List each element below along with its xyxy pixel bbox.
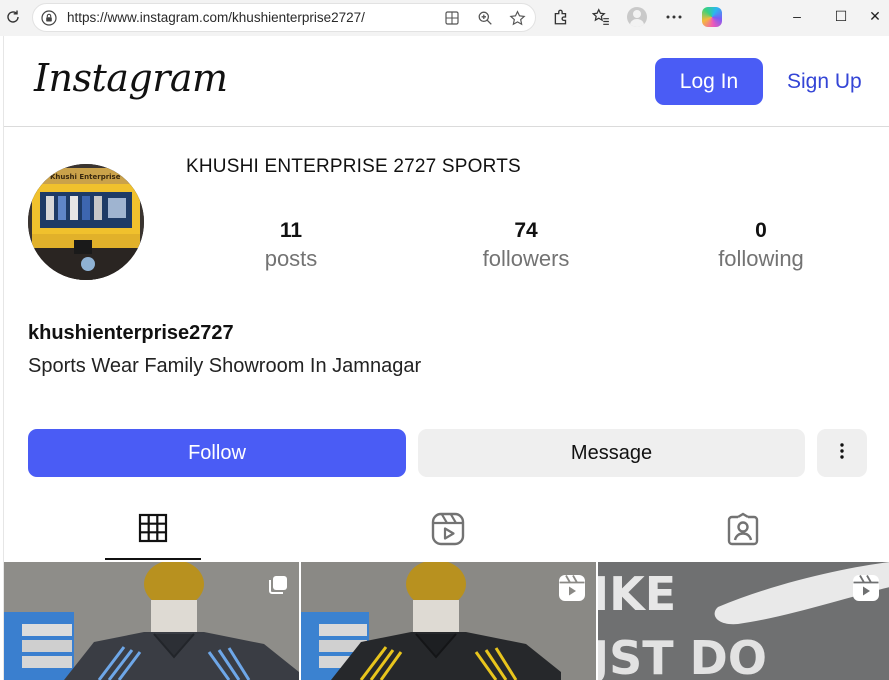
profile-display-name: KHUSHI ENTERPRISE 2727 SPORTS	[186, 156, 521, 177]
post-thumbnail[interactable]: IKE JST DO	[598, 562, 889, 680]
tab-reels[interactable]	[400, 502, 496, 560]
instagram-logo[interactable]: Instagram	[34, 56, 228, 100]
following-label: following	[718, 246, 804, 271]
profile-bio: Sports Wear Family Showroom In Jamnagar	[28, 355, 422, 377]
profile-avatar[interactable]: Khushi Enterprise	[28, 164, 144, 280]
address-bar[interactable]: https://www.instagram.com/khushienterpri…	[32, 3, 536, 32]
followers-count: 74	[514, 219, 538, 242]
posts-label: posts	[264, 246, 318, 271]
profile-handle: khushienterprise2727	[28, 322, 234, 344]
minimize-button[interactable]: –	[774, 0, 820, 32]
lock-icon[interactable]	[41, 10, 57, 31]
profile-icon[interactable]	[626, 6, 648, 28]
tagged-icon	[726, 512, 760, 551]
followers-label: followers	[482, 246, 570, 271]
reel-icon	[558, 574, 586, 607]
reels-icon	[431, 512, 465, 551]
favorite-star-icon[interactable]	[508, 9, 526, 27]
reel-icon	[852, 574, 880, 607]
reading-mode-icon[interactable]	[443, 9, 461, 27]
extensions-icon[interactable]	[550, 6, 572, 28]
tab-tagged[interactable]	[695, 502, 791, 560]
login-button[interactable]: Log In	[655, 58, 763, 105]
url-text[interactable]: https://www.instagram.com/khushienterpri…	[67, 10, 365, 25]
following-count: 0	[755, 219, 767, 242]
post-overlay-text-2: JST DO	[598, 631, 767, 680]
tab-posts-grid[interactable]	[105, 502, 201, 560]
grid-icon	[138, 513, 168, 548]
followers-stat[interactable]: 74 followers	[456, 219, 596, 272]
post-thumbnail[interactable]	[301, 562, 596, 680]
post-thumbnail[interactable]	[4, 562, 299, 680]
copilot-icon[interactable]	[701, 6, 723, 28]
browser-toolbar: https://www.instagram.com/khushienterpri…	[0, 0, 889, 36]
zoom-icon[interactable]	[476, 9, 494, 27]
instagram-page: Instagram Log In Sign Up Khushi Enterpri…	[3, 36, 889, 680]
message-button[interactable]: Message	[418, 429, 805, 477]
more-options-button[interactable]	[817, 429, 867, 477]
follow-button[interactable]: Follow	[28, 429, 406, 477]
posts-stat[interactable]: 11 posts	[221, 219, 361, 272]
posts-count: 11	[279, 219, 303, 242]
more-icon[interactable]	[663, 6, 685, 28]
reload-icon[interactable]	[2, 6, 24, 28]
avatar-sign-text: Khushi Enterprise	[50, 173, 121, 181]
following-stat[interactable]: 0 following	[691, 219, 831, 272]
close-button[interactable]: ✕	[852, 0, 889, 32]
top-navigation: Instagram Log In Sign Up	[4, 36, 889, 127]
post-overlay-text: IKE	[598, 567, 676, 621]
favorites-icon[interactable]	[590, 6, 612, 28]
carousel-icon	[267, 574, 289, 601]
vertical-dots-icon	[840, 442, 844, 464]
signup-link[interactable]: Sign Up	[787, 70, 862, 94]
